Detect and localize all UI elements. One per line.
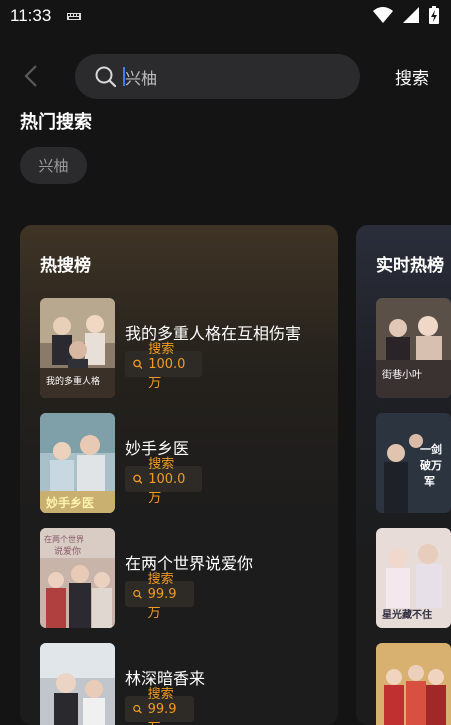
heat-badge: 搜索100.0万 (125, 351, 202, 377)
svg-text:在两个世界: 在两个世界 (44, 534, 84, 544)
search-bar[interactable]: 兴柚 (75, 54, 360, 99)
heat-value: 搜索100.0万 (148, 453, 192, 506)
heat-value: 搜索99.9万 (148, 683, 184, 725)
search-input[interactable]: 兴柚 (125, 65, 157, 89)
battery-icon (429, 6, 439, 24)
drama-cover[interactable]: 我的多重人格 (40, 298, 115, 398)
svg-text:破万: 破万 (420, 458, 442, 472)
search-button[interactable]: 搜索 (395, 64, 429, 89)
drama-cover[interactable]: 一剑 破万 军 (376, 413, 451, 513)
heat-badge: 搜索100.0万 (125, 466, 202, 492)
drama-cover[interactable]: 在两个世界 说爱你 (40, 528, 115, 628)
back-icon[interactable] (22, 64, 42, 88)
search-icon (133, 701, 142, 717)
status-time: 11:33 (10, 6, 51, 26)
board-title: 热搜榜 (40, 251, 91, 276)
item-title: 在两个世界说爱你 (125, 550, 253, 574)
svg-text:星光藏不住: 星光藏不住 (382, 608, 432, 621)
hot-list-board: 热搜榜 我的多重人格 我的多重人格在互相伤害 搜索100.0万 (20, 225, 338, 725)
svg-text:一剑: 一剑 (420, 442, 442, 456)
drama-cover[interactable]: 街巷小叶 (376, 298, 451, 398)
heat-badge: 搜索99.9万 (125, 696, 194, 722)
status-bar: 11:33 (0, 0, 451, 34)
svg-text:街巷小叶: 街巷小叶 (382, 368, 422, 381)
heat-badge: 搜索99.9万 (125, 581, 194, 607)
heat-value: 搜索99.9万 (148, 568, 184, 621)
drama-cover[interactable]: 妙手乡医 (40, 413, 115, 513)
search-icon (133, 356, 142, 372)
search-icon (133, 471, 142, 487)
svg-text:妙手乡医: 妙手乡医 (46, 495, 94, 510)
keyboard-icon (67, 13, 81, 20)
search-icon (133, 586, 142, 602)
drama-cover[interactable]: 星光藏不住 (376, 528, 451, 628)
hot-search-chip[interactable]: 兴柚 (20, 147, 87, 184)
wifi-icon (373, 7, 393, 23)
heat-value: 搜索100.0万 (148, 338, 192, 391)
signal-icon (403, 7, 419, 23)
search-icon (95, 66, 117, 88)
hot-search-title: 热门搜索 (20, 108, 92, 134)
drama-cover[interactable] (40, 643, 115, 725)
board-title: 实时热榜 (376, 251, 444, 276)
svg-text:说爱你: 说爱你 (54, 545, 81, 557)
drama-cover[interactable] (376, 643, 451, 725)
svg-text:军: 军 (424, 475, 435, 488)
svg-text:我的多重人格: 我的多重人格 (46, 375, 100, 387)
realtime-list-board: 实时热榜 街巷小叶 一剑 破万 军 (356, 225, 451, 725)
